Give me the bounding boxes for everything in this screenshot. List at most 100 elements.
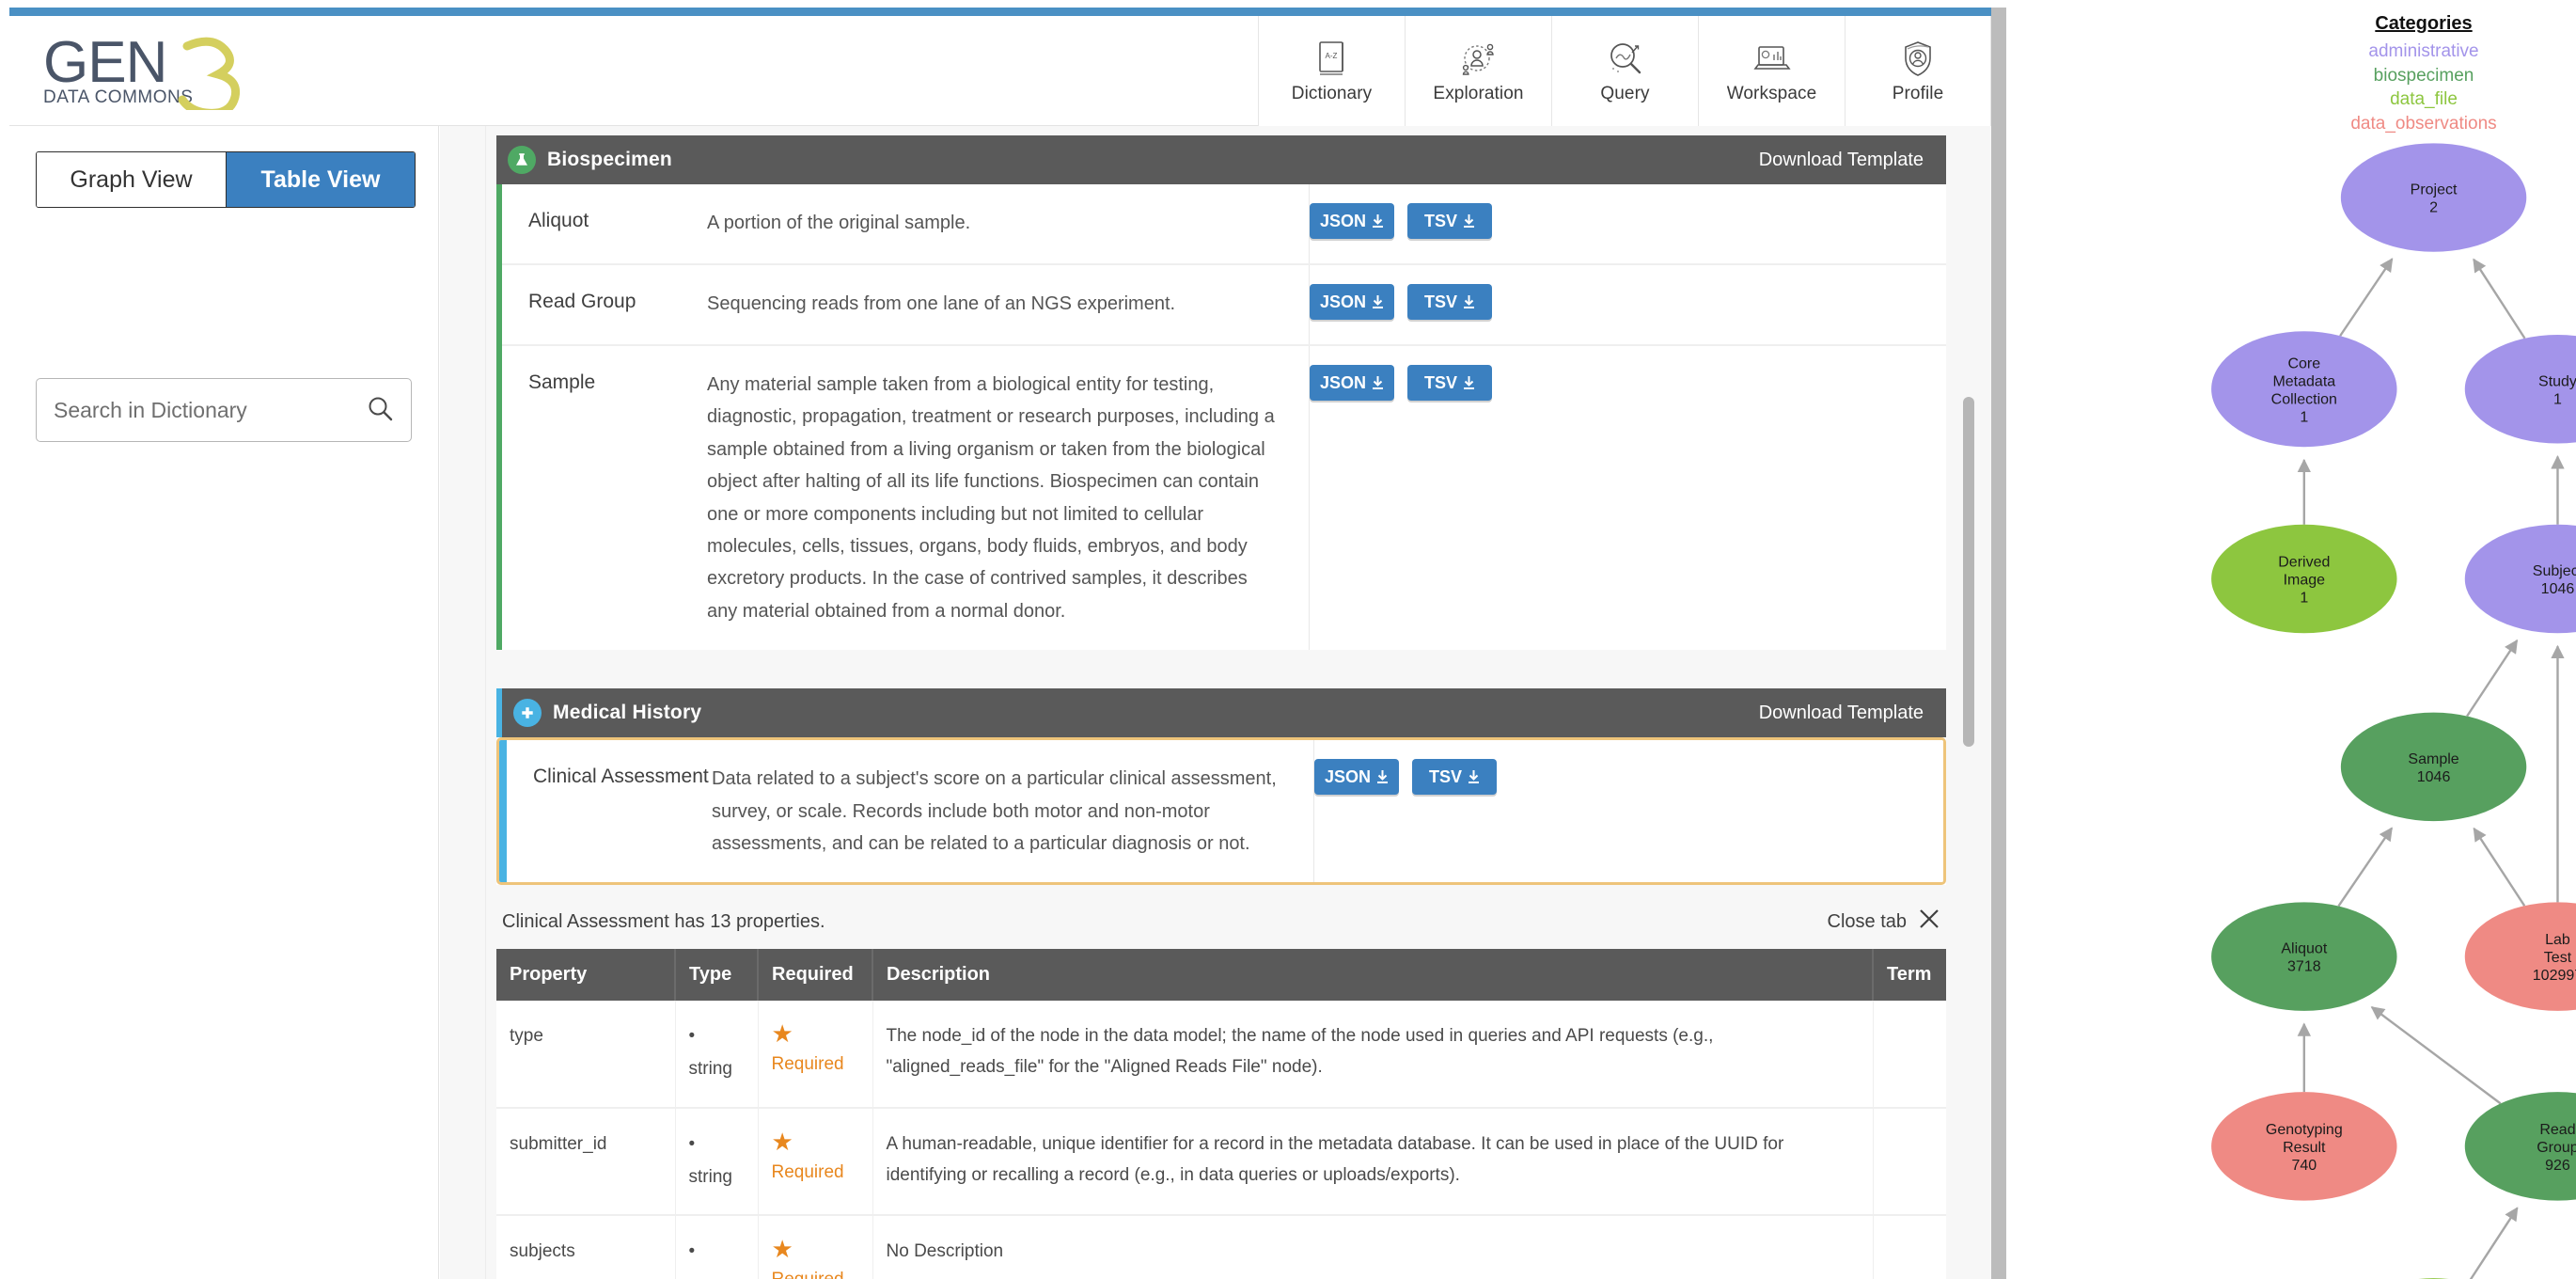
node-row-selected[interactable]: Clinical Assessment Data related to a su… (499, 740, 1943, 883)
graph-edge (2466, 639, 2519, 718)
node-download-buttons: JSON TSV (1309, 346, 1600, 651)
download-arrow-icon (1372, 294, 1384, 309)
nav-label: Profile (1892, 83, 1944, 103)
graph-node-genotyping[interactable]: Genotyping Result 740 (2211, 1092, 2397, 1201)
graph-node-label: Sample (2408, 751, 2458, 767)
dictionary-page: GEN DATA COMMONS A-Z Dictionary Explorat… (0, 0, 2576, 1279)
required-label: Required (772, 1270, 844, 1279)
nav-label: Workspace (1726, 83, 1817, 103)
node-row[interactable]: Aliquot A portion of the original sample… (502, 184, 1946, 265)
svg-text:GEN: GEN (43, 33, 166, 95)
download-tsv-button[interactable]: TSV (1407, 365, 1492, 401)
cell-type: • string (675, 1001, 759, 1110)
graph-node-read_group[interactable]: Read Group 926 (2464, 1092, 2576, 1201)
download-tsv-label: TSV (1423, 292, 1457, 311)
nav-item-dictionary[interactable]: A-Z Dictionary (1258, 16, 1405, 126)
profile-shield-icon (1899, 39, 1937, 80)
query-magnifier-icon (1606, 39, 1645, 80)
download-arrow-icon (1463, 213, 1475, 229)
download-json-button[interactable]: JSON (1310, 365, 1394, 401)
nav-label: Query (1600, 83, 1650, 103)
main-pane-scrollbar[interactable] (1963, 126, 1974, 1279)
view-toggle-group: Graph View Table View (36, 151, 416, 208)
plus-circle-icon (513, 699, 542, 728)
search-icon[interactable] (366, 394, 394, 427)
node-download-buttons: JSON TSV (1309, 265, 1600, 344)
gen3-logo[interactable]: GEN DATA COMMONS (43, 33, 259, 110)
node-description: A portion of the original sample. (707, 213, 971, 233)
nav-item-query[interactable]: Query (1551, 16, 1698, 126)
main-nav: A-Z Dictionary Exploration Query Workspa… (1258, 16, 1991, 126)
node-description: Data related to a subject's score on a p… (712, 768, 1277, 854)
download-tsv-button[interactable]: TSV (1407, 203, 1492, 239)
category-title: Medical History (553, 702, 702, 724)
app-left-region: GEN DATA COMMONS A-Z Dictionary Explorat… (0, 0, 1991, 1279)
properties-panel: Clinical Assessment has 13 properties. C… (496, 885, 1946, 1279)
download-tsv-button[interactable]: TSV (1407, 284, 1492, 320)
graph-node-subject[interactable]: Subject 1046 (2464, 524, 2576, 634)
graph-node-project[interactable]: Project 2 (2340, 143, 2527, 252)
download-json-button[interactable]: JSON (1310, 284, 1394, 320)
graph-node-label: Collection (2271, 391, 2337, 407)
nav-item-workspace[interactable]: Workspace (1698, 16, 1845, 126)
dictionary-search[interactable] (36, 378, 412, 442)
cell-property: type (496, 1001, 676, 1110)
graph-nodes: Project2CoreMetadataCollection1Study1Der… (2211, 143, 2576, 1279)
graph-edge (2469, 1207, 2519, 1279)
download-tsv-button[interactable]: TSV (1412, 759, 1497, 796)
graph-node-label: Derived (2278, 555, 2330, 571)
download-json-label: JSON (1319, 292, 1367, 311)
required-label: Required (771, 1162, 844, 1183)
close-tab-button[interactable]: Close tab (1828, 908, 1941, 936)
graph-node-lab_test[interactable]: Lab Test 102997 (2464, 902, 2576, 1011)
category-card-medical-history: Medical History Download Template Clinic… (496, 688, 1946, 886)
download-template-link[interactable]: Download Template (1759, 150, 1924, 171)
column-header-type: Type (675, 949, 759, 1002)
nav-item-profile[interactable]: Profile (1845, 16, 1991, 126)
properties-count-text: Clinical Assessment has 13 properties. (502, 910, 825, 932)
graph-panel: Categories administrative biospecimen da… (2006, 0, 2576, 1279)
workspace-laptop-icon (1751, 39, 1793, 80)
nav-label: Dictionary (1291, 83, 1373, 103)
app-header: GEN DATA COMMONS A-Z Dictionary Explorat… (9, 16, 1991, 126)
graph-node-count: 3718 (2287, 959, 2321, 975)
download-json-button[interactable]: JSON (1314, 759, 1399, 796)
cell-description: A human-readable, unique identifier for … (872, 1108, 1874, 1217)
properties-panel-header: Clinical Assessment has 13 properties. C… (496, 908, 1946, 949)
graph-node-count: 1 (2553, 391, 2562, 407)
nav-item-exploration[interactable]: Exploration (1405, 16, 1551, 126)
download-template-link[interactable]: Download Template (1759, 703, 1924, 724)
data-model-graph[interactable]: Project2CoreMetadataCollection1Study1Der… (2006, 0, 2576, 1279)
graph-node-core_meta[interactable]: Core Metadata Collection 1 (2211, 331, 2397, 448)
graph-node-derived_img[interactable]: Derived Image 1 (2211, 524, 2397, 634)
graph-node-aliquot[interactable]: Aliquot 3718 (2211, 902, 2397, 1011)
table-header-row: Property Type Required Description Term (496, 949, 1946, 1002)
required-star-icon: ★ (771, 1235, 793, 1264)
scrollbar-thumb[interactable] (1963, 397, 1974, 747)
download-arrow-icon (1376, 769, 1389, 784)
graph-node-sample[interactable]: Sample 1046 (2340, 712, 2527, 822)
graph-node-label: Read (2539, 1122, 2575, 1138)
node-row[interactable]: Read Group Sequencing reads from one lan… (502, 265, 1946, 346)
table-view-button[interactable]: Table View (226, 152, 415, 207)
graph-view-button[interactable]: Graph View (37, 152, 226, 207)
node-row[interactable]: Sample Any material sample taken from a … (502, 346, 1946, 651)
graph-node-label: Study (2538, 373, 2576, 389)
cell-property: submitter_id (496, 1108, 676, 1217)
column-header-required: Required (758, 949, 873, 1002)
graph-node-count: 1046 (2417, 769, 2451, 785)
panel-divider-scrollbar[interactable] (1991, 8, 2006, 1279)
graph-node-label: Aliquot (2281, 941, 2327, 957)
category-header: Biospecimen Download Template (496, 135, 1946, 184)
cell-description: The node_id of the node in the data mode… (872, 1001, 1874, 1110)
close-x-icon[interactable] (1918, 908, 1940, 936)
graph-node-study[interactable]: Study 1 (2464, 335, 2576, 444)
download-tsv-label: TSV (1423, 211, 1457, 230)
category-title: Biospecimen (547, 149, 672, 170)
cell-property: subjects (496, 1215, 676, 1279)
search-input[interactable] (54, 397, 366, 423)
download-json-button[interactable]: JSON (1310, 203, 1394, 239)
cell-required: ★ Required (758, 1215, 873, 1279)
column-header-description: Description (872, 949, 1874, 1002)
graph-node-count: 1 (2300, 409, 2308, 425)
